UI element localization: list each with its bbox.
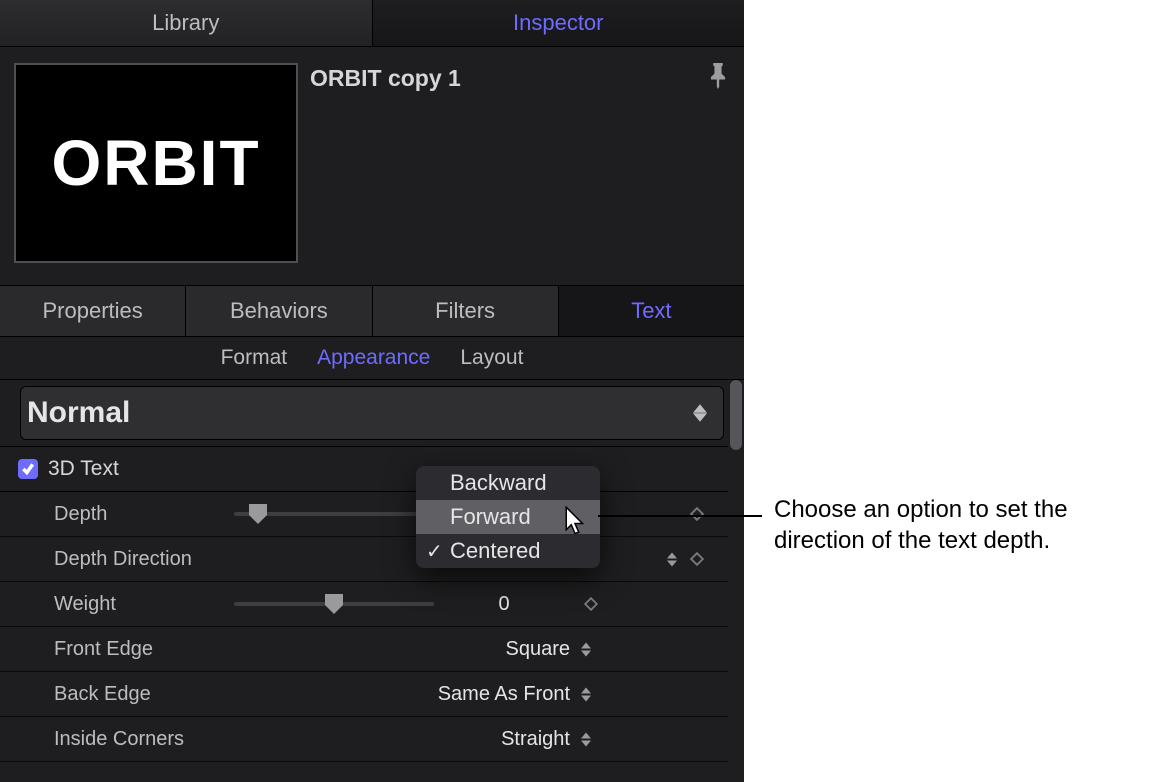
tab-filters[interactable]: Filters [373,286,559,336]
row-depth-direction: Depth Direction [0,537,728,582]
section-3d-text-label: 3D Text [48,457,119,481]
text-style-row: Normal [0,380,728,447]
text-sub-tab-bar: Format Appearance Layout [0,337,744,380]
tab-behaviors[interactable]: Behaviors [186,286,372,336]
row-inside-corners: Inside Corners Straight [0,717,728,762]
popup-item-forward[interactable]: Forward [416,500,600,534]
popup-arrows-icon [578,642,594,657]
tab-inspector[interactable]: Inspector [373,0,745,46]
row-weight: Weight 0 [0,582,728,627]
value-front-edge[interactable]: Square [234,638,574,661]
label-back-edge: Back Edge [54,683,234,706]
object-name: ORBIT copy 1 [310,63,694,92]
tab-text[interactable]: Text [559,286,744,336]
row-back-edge: Back Edge Same As Front [0,672,728,717]
sub-tab-layout[interactable]: Layout [460,346,523,370]
label-front-edge: Front Edge [54,638,234,661]
keyframe-depth-direction[interactable] [680,552,714,566]
inspector-body: Normal 3D Text Depth [0,380,744,782]
parameter-list: Normal 3D Text Depth [0,380,728,782]
popup-item-label: Centered [450,538,541,564]
popup-arrows-icon [664,552,680,567]
slider-weight[interactable] [234,593,434,615]
row-front-edge: Front Edge Square [0,627,728,672]
text-style-value: Normal [27,396,130,430]
popup-item-label: Backward [450,470,547,496]
preview-thumbnail: ORBIT [14,63,298,263]
keyframe-depth[interactable] [680,507,714,521]
section-3d-text[interactable]: 3D Text [0,447,728,492]
check-icon: ✓ [426,539,443,564]
pin-icon [708,63,728,89]
scrollbar[interactable] [728,380,744,782]
value-back-edge[interactable]: Same As Front [234,683,574,706]
sort-arrows-icon [691,404,709,422]
sub-tab-format[interactable]: Format [221,346,288,370]
secondary-tab-bar: Properties Behaviors Filters Text [0,285,744,337]
value-weight[interactable]: 0 [434,593,574,616]
scrollbar-thumb[interactable] [730,380,742,450]
callout-text: Choose an option to set the direction of… [774,494,1134,556]
popup-item-label: Forward [450,504,531,530]
top-tab-bar: Library Inspector [0,0,744,47]
label-inside-corners: Inside Corners [54,728,234,751]
popup-arrows-icon [578,732,594,747]
keyframe-weight[interactable] [574,597,608,611]
tab-properties[interactable]: Properties [0,286,186,336]
popup-arrows-icon [578,687,594,702]
callout-line [598,515,762,517]
preview-thumbnail-text: ORBIT [51,126,260,200]
popup-item-backward[interactable]: Backward [416,466,600,500]
pin-button[interactable] [706,63,730,95]
slider-depth[interactable] [234,503,434,525]
label-weight: Weight [54,593,234,616]
label-depth: Depth [54,503,234,526]
inspector-panel: Library Inspector ORBIT ORBIT copy 1 Pro… [0,0,744,782]
depth-direction-popup[interactable]: Backward Forward ✓ Centered [416,466,600,568]
label-depth-direction: Depth Direction [54,548,234,571]
checkbox-3d-text[interactable] [18,459,38,479]
preview-block: ORBIT ORBIT copy 1 [0,47,744,285]
popup-item-centered[interactable]: ✓ Centered [416,534,600,568]
text-style-popup[interactable]: Normal [20,386,724,440]
tab-library[interactable]: Library [0,0,373,46]
sub-tab-appearance[interactable]: Appearance [317,346,430,370]
value-inside-corners[interactable]: Straight [234,728,574,751]
